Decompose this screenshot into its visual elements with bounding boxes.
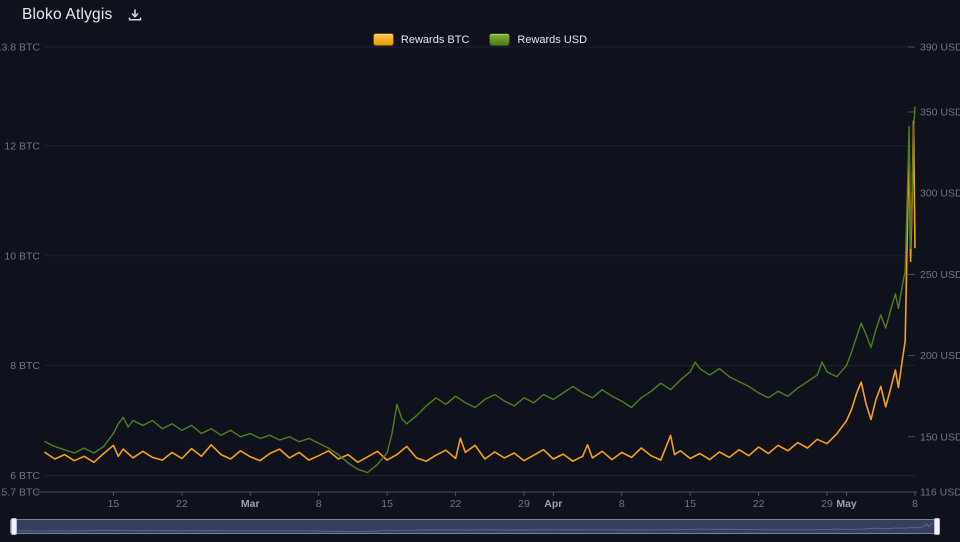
series-line-rewards-btc <box>45 121 915 462</box>
x-axis-label: 22 <box>176 498 188 510</box>
rewards-btc-swatch-icon <box>373 33 394 46</box>
x-axis-label: May <box>836 498 857 510</box>
y-axis-label-right: 200 USD <box>920 350 960 362</box>
y-axis-label-right: 350 USD <box>920 106 960 118</box>
x-axis-label: 15 <box>684 498 696 510</box>
rewards-chart-plot[interactable]: 13.8 BTC12 BTC10 BTC8 BTC6 BTC5.7 BTC390… <box>0 0 960 542</box>
y-axis-label-right: 250 USD <box>920 269 960 281</box>
y-axis-label-left: 12 BTC <box>4 140 40 152</box>
download-icon <box>128 8 142 22</box>
x-axis-label: 22 <box>450 498 462 510</box>
legend-item-rewards-usd[interactable]: Rewards USD <box>489 33 587 46</box>
y-axis-label-left: 5.7 BTC <box>1 487 40 499</box>
x-axis-label: Mar <box>241 498 260 510</box>
download-button[interactable] <box>126 6 144 24</box>
legend-item-rewards-btc[interactable]: Rewards BTC <box>373 33 469 46</box>
x-axis-label: 22 <box>753 498 765 510</box>
x-axis-label: 29 <box>518 498 530 510</box>
y-axis-label-left: 10 BTC <box>4 250 40 262</box>
x-axis-label: 29 <box>821 498 833 510</box>
navigator-left-handle[interactable] <box>11 518 17 535</box>
legend-label: Rewards USD <box>517 34 587 46</box>
rewards-dashboard: Bloko Atlygis Rewards BTC Rewards USD 13… <box>0 0 960 542</box>
x-axis-label: 15 <box>108 498 120 510</box>
x-axis-label: Apr <box>544 498 562 510</box>
x-axis-label: 8 <box>912 498 918 510</box>
page-title: Bloko Atlygis <box>22 6 112 24</box>
series-line-rewards-usd <box>45 107 915 472</box>
x-axis-label: 15 <box>381 498 393 510</box>
header: Bloko Atlygis <box>22 6 144 24</box>
rewards-usd-swatch-icon <box>489 33 510 46</box>
y-axis-label-left: 6 BTC <box>10 470 40 482</box>
x-axis-label: 8 <box>316 498 322 510</box>
y-axis-label-right: 116 USD <box>920 487 960 499</box>
y-axis-label-right: 300 USD <box>920 188 960 200</box>
x-axis-label: 8 <box>619 498 625 510</box>
y-axis-label-right: 150 USD <box>920 431 960 443</box>
chart-legend: Rewards BTC Rewards USD <box>0 33 960 46</box>
y-axis-label-left: 8 BTC <box>10 360 40 372</box>
legend-label: Rewards BTC <box>401 34 469 46</box>
navigator-right-handle[interactable] <box>934 518 940 535</box>
